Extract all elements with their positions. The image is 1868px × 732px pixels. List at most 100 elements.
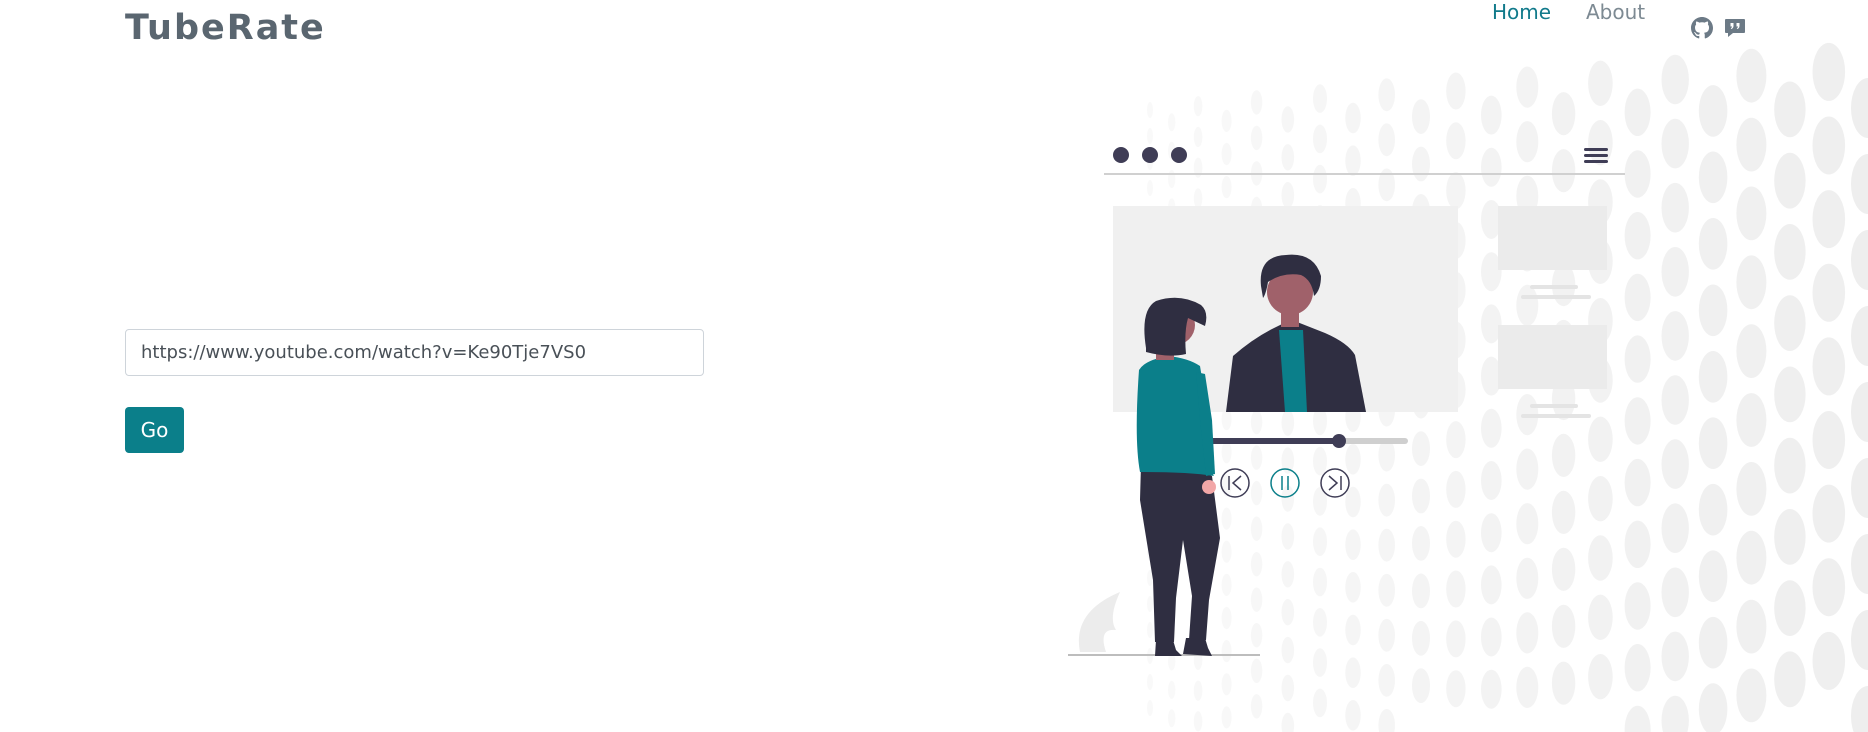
background-dot (1281, 712, 1295, 732)
previous-icon (1220, 468, 1250, 498)
background-dot (1736, 186, 1767, 241)
background-dot (1774, 651, 1806, 708)
background-dot (1812, 190, 1846, 249)
background-dot (1774, 81, 1806, 138)
background-dot (1281, 674, 1295, 702)
background-dot (1736, 462, 1767, 516)
window-dot (1142, 147, 1158, 163)
background-dot (1812, 484, 1846, 543)
background-dot (1661, 182, 1689, 233)
background-dot (1313, 84, 1327, 113)
background-dot (1774, 295, 1806, 351)
background-dot (1812, 263, 1846, 322)
thumbnail (1498, 325, 1607, 389)
background-dot (1736, 668, 1767, 723)
background-dot (1851, 458, 1868, 518)
background-dot (1193, 711, 1203, 732)
next-icon (1320, 468, 1350, 498)
background-dot (1221, 673, 1232, 696)
background-dot (1345, 657, 1361, 688)
background-dot (1698, 616, 1728, 669)
background-dot (1736, 117, 1767, 172)
background-dot (1147, 102, 1153, 118)
background-dot (1378, 664, 1395, 697)
background-dot (1698, 550, 1728, 602)
background-dot (1412, 668, 1430, 704)
background-dot (1812, 558, 1846, 617)
background-dot (1446, 670, 1466, 708)
nav-about-link[interactable]: About (1586, 0, 1645, 24)
background-dot (1851, 78, 1868, 138)
background-dot (1661, 567, 1689, 618)
background-dot (1851, 610, 1868, 670)
background-dot (1774, 580, 1806, 636)
chat-icon[interactable] (1724, 17, 1746, 39)
background-dot (1812, 337, 1846, 396)
background-dot (1698, 151, 1728, 204)
youtube-url-input[interactable] (125, 329, 704, 376)
hamburger-menu-icon (1584, 148, 1608, 163)
background-dot (1736, 599, 1767, 654)
background-dot (1774, 152, 1806, 209)
background-dot (1193, 96, 1203, 117)
background-dot (1250, 694, 1263, 719)
background-dot (1588, 654, 1613, 700)
video-player-illustration (1068, 147, 1625, 656)
background-dot (1661, 246, 1689, 297)
background-dot (1345, 700, 1361, 731)
background-dot (1168, 680, 1176, 699)
background-dot (1851, 306, 1868, 366)
page: TubeRate Home About Go (0, 0, 1868, 732)
background-dot (1851, 230, 1868, 290)
background-dot (1851, 534, 1868, 594)
background-dot (1736, 530, 1767, 585)
background-dot (1774, 437, 1806, 494)
background-dot (1812, 411, 1846, 469)
background-dot (1851, 382, 1868, 442)
background-dot (1812, 631, 1846, 690)
background-dot (1661, 631, 1689, 682)
background-dot (1481, 669, 1502, 709)
thumbnail (1498, 206, 1607, 270)
progress-handle (1332, 434, 1346, 448)
background-dot (1378, 709, 1395, 732)
background-dot (1661, 118, 1689, 169)
brand-logo-text[interactable]: TubeRate (125, 8, 326, 48)
background-dot (1624, 705, 1651, 732)
background-dot (1698, 417, 1728, 470)
github-icon[interactable] (1691, 17, 1713, 39)
background-dot (1516, 66, 1539, 108)
window-dot (1171, 147, 1187, 163)
background-dot (1698, 483, 1728, 536)
background-dot (1698, 683, 1728, 732)
nav-home-link[interactable]: Home (1492, 0, 1551, 24)
background-dot (1147, 674, 1153, 690)
background-dot (1147, 700, 1153, 716)
background-dot (1736, 255, 1767, 310)
background-dot (1250, 90, 1263, 115)
background-dot (1661, 375, 1689, 425)
background-dot (1168, 709, 1176, 728)
background-dot (1812, 116, 1846, 175)
background-dot (1193, 680, 1203, 701)
background-dot (1851, 154, 1868, 214)
background-dot (1661, 54, 1689, 105)
background-dot (1851, 686, 1868, 732)
background-dot (1698, 284, 1728, 337)
background-dot (1774, 366, 1806, 423)
background-dot (1313, 688, 1327, 718)
background-dot (1698, 218, 1728, 270)
background-dot (1378, 78, 1395, 112)
background-dot (1774, 509, 1806, 565)
go-button[interactable]: Go (125, 407, 184, 453)
background-dot (1446, 72, 1466, 110)
background-dot (1516, 666, 1539, 709)
background-dot (1736, 48, 1767, 103)
background-dot (1812, 42, 1846, 101)
background-dot (1551, 661, 1576, 705)
background-dot (1221, 706, 1232, 729)
window-dot (1113, 147, 1129, 163)
background-dot (1588, 60, 1613, 106)
plant (1078, 592, 1120, 652)
background-dot (1661, 503, 1689, 553)
